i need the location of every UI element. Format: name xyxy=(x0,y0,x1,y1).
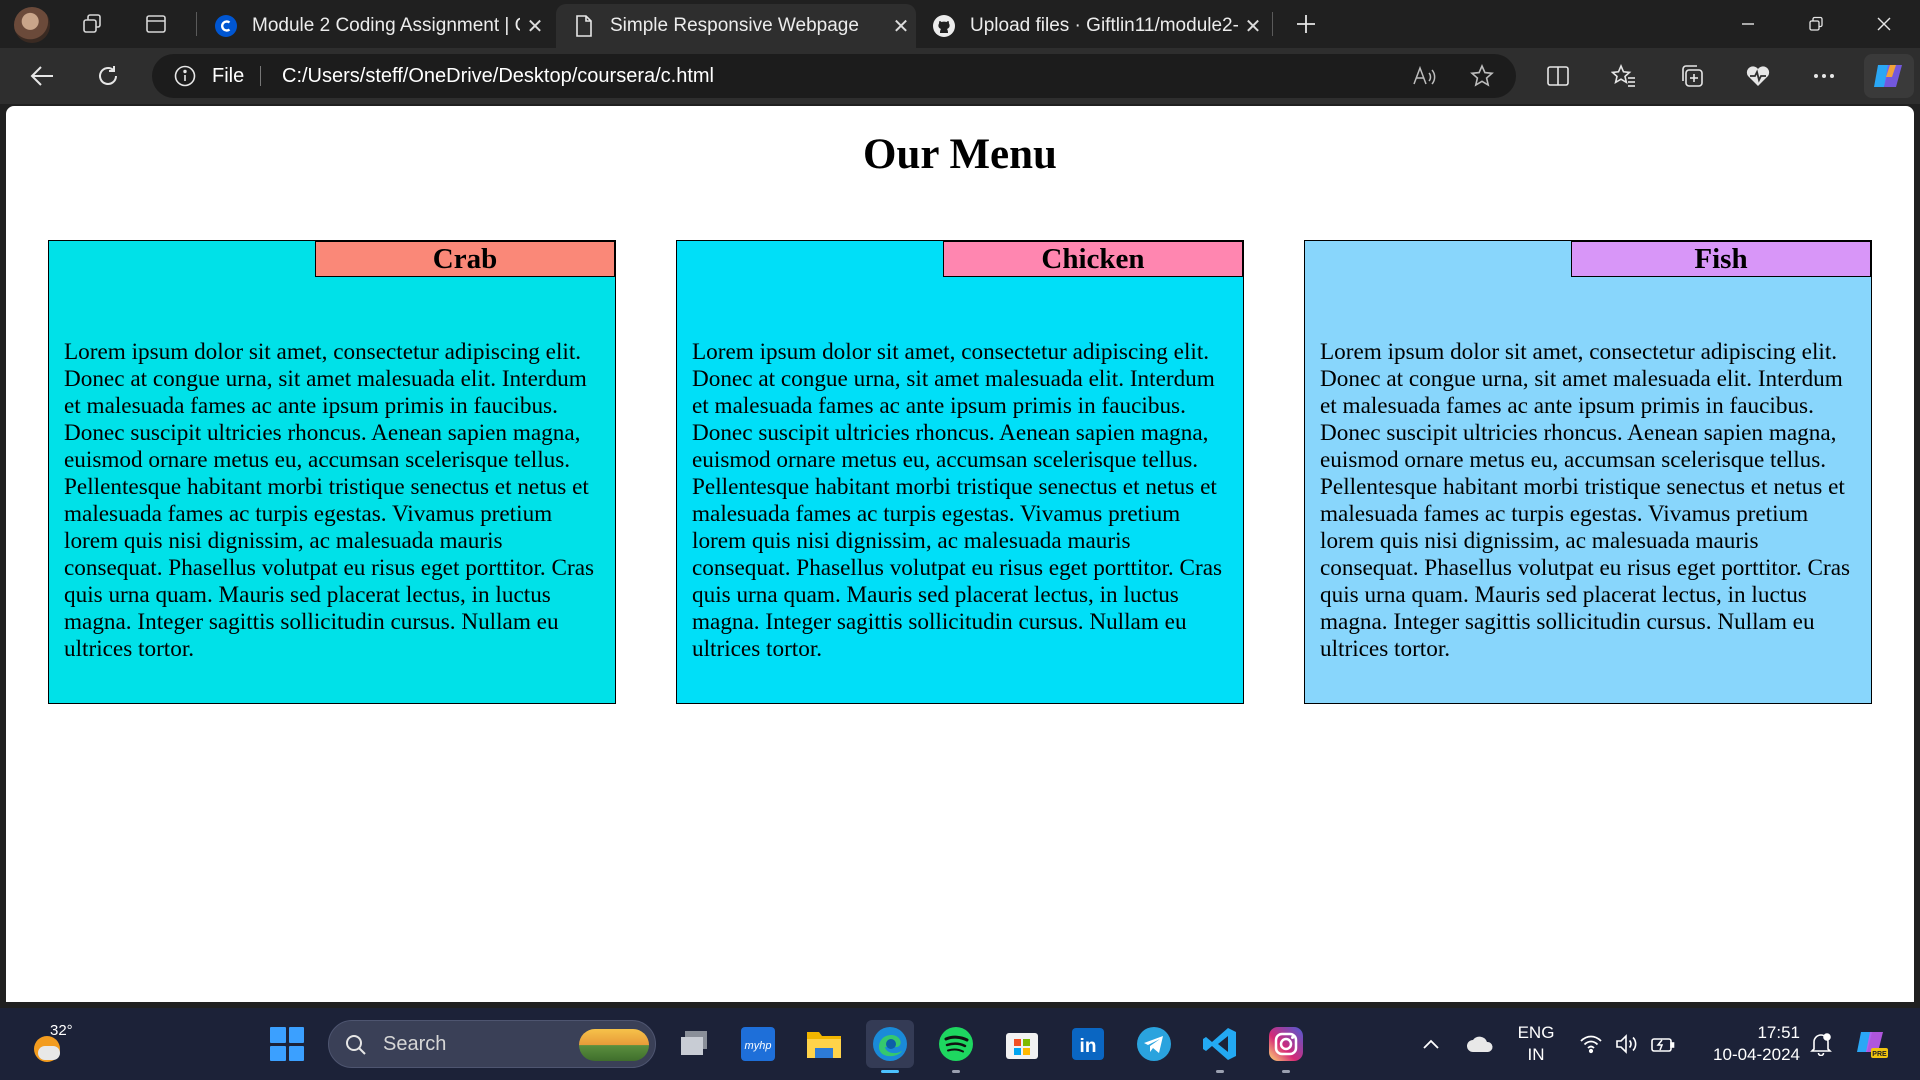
info-icon[interactable] xyxy=(174,65,196,87)
menu-card-chicken: Chicken Lorem ipsum dolor sit amet, cons… xyxy=(676,240,1244,704)
close-window-icon[interactable] xyxy=(1850,0,1918,48)
profile-avatar[interactable] xyxy=(14,7,50,43)
more-options-icon[interactable] xyxy=(1804,56,1844,96)
card-title-badge: Crab xyxy=(315,241,615,277)
svg-text:in: in xyxy=(1080,1036,1097,1057)
linkedin-icon[interactable]: in xyxy=(1064,1020,1112,1068)
tab-separator xyxy=(196,12,197,36)
vscode-icon[interactable] xyxy=(1196,1020,1244,1073)
search-icon xyxy=(346,1035,366,1055)
search-highlight-image xyxy=(579,1029,649,1061)
running-indicator xyxy=(1216,1070,1224,1073)
weather-widget[interactable]: 32° xyxy=(28,1022,76,1068)
url-text[interactable]: C:/Users/steff/OneDrive/Desktop/coursera… xyxy=(282,54,714,98)
split-screen-icon[interactable] xyxy=(1538,56,1578,96)
back-arrow-icon[interactable] xyxy=(22,56,62,96)
refresh-icon[interactable] xyxy=(88,56,128,96)
taskbar-search[interactable]: Search xyxy=(328,1020,656,1068)
restore-icon[interactable] xyxy=(1782,0,1850,48)
weather-temperature: 32° xyxy=(50,1022,73,1039)
tab-github-upload[interactable]: Upload files · Giftlin11/module2- ✕ xyxy=(916,4,1268,48)
file-explorer-icon[interactable] xyxy=(800,1020,848,1068)
input-language[interactable]: ENG IN xyxy=(1514,1022,1558,1066)
collections-icon[interactable] xyxy=(1672,56,1712,96)
show-hidden-icons-chevron-icon[interactable] xyxy=(1416,1008,1446,1080)
card-description: Lorem ipsum dolor sit amet, consectetur … xyxy=(64,339,595,662)
file-stack-icon[interactable] xyxy=(670,1020,718,1068)
myhp-icon[interactable]: myhp xyxy=(734,1020,782,1068)
address-bar[interactable]: File C:/Users/steff/OneDrive/Desktop/cou… xyxy=(152,54,1516,98)
tab-simple-responsive-webpage[interactable]: Simple Responsive Webpage ✕ xyxy=(556,4,916,48)
menu-card-crab: Crab Lorem ipsum dolor sit amet, consect… xyxy=(48,240,616,704)
svg-text:myhp: myhp xyxy=(745,1040,772,1052)
telegram-icon[interactable] xyxy=(1130,1020,1178,1068)
divider xyxy=(260,66,261,86)
browser-essentials-icon[interactable] xyxy=(1738,56,1778,96)
title-bar: Module 2 Coding Assignment | C ✕ Simple … xyxy=(0,0,1920,48)
tab-label: Simple Responsive Webpage xyxy=(610,15,859,36)
close-tab-icon[interactable]: ✕ xyxy=(520,14,550,39)
copilot-preview-icon[interactable]: PRE xyxy=(1852,1008,1892,1080)
page-title: Our Menu xyxy=(863,131,1057,178)
tab-actions-icon[interactable] xyxy=(136,0,176,48)
new-tab-icon[interactable] xyxy=(1286,0,1326,48)
card-title-badge: Fish xyxy=(1571,241,1871,277)
instagram-icon[interactable] xyxy=(1262,1020,1310,1073)
wifi-icon[interactable] xyxy=(1576,1008,1606,1080)
taskbar: 32° Search myhp in ENG IN 17:51 10-04-20… xyxy=(0,1008,1920,1080)
coursera-icon xyxy=(214,14,238,38)
card-description: Lorem ipsum dolor sit amet, consectetur … xyxy=(692,339,1223,662)
volume-icon[interactable] xyxy=(1612,1008,1642,1080)
tab-label: Upload files · Giftlin11/module2- xyxy=(970,15,1238,36)
clock-date: 10-04-2024 xyxy=(1713,1045,1800,1064)
notifications-bell-icon[interactable] xyxy=(1806,1008,1836,1080)
battery-charging-icon[interactable] xyxy=(1648,1008,1678,1080)
onedrive-cloud-icon[interactable] xyxy=(1462,1008,1498,1080)
page-icon xyxy=(572,14,596,38)
navigation-bar: File C:/Users/steff/OneDrive/Desktop/cou… xyxy=(0,48,1920,104)
workspaces-icon[interactable] xyxy=(72,0,112,48)
card-title-badge: Chicken xyxy=(943,241,1243,277)
search-placeholder: Search xyxy=(383,1033,447,1055)
card-description: Lorem ipsum dolor sit amet, consectetur … xyxy=(1320,339,1851,662)
system-clock[interactable]: 17:51 10-04-2024 xyxy=(1696,1022,1800,1066)
edge-icon[interactable] xyxy=(866,1020,914,1073)
read-aloud-icon[interactable] xyxy=(1412,54,1444,98)
scheme-label: File xyxy=(212,65,245,87)
clock-time: 17:51 xyxy=(1757,1023,1800,1042)
page-viewport: Our Menu Crab Lorem ipsum dolor sit amet… xyxy=(6,106,1914,1002)
minimize-icon[interactable] xyxy=(1714,0,1782,48)
menu-card-fish: Fish Lorem ipsum dolor sit amet, consect… xyxy=(1304,240,1872,704)
favorites-icon[interactable] xyxy=(1604,56,1644,96)
close-tab-icon[interactable]: ✕ xyxy=(886,14,916,39)
spotify-icon[interactable] xyxy=(932,1020,980,1073)
favorite-star-icon[interactable] xyxy=(1470,54,1502,98)
cloud-icon xyxy=(38,1046,60,1060)
tab-separator xyxy=(1272,12,1273,36)
active-indicator xyxy=(881,1070,899,1073)
region-code: IN xyxy=(1527,1045,1545,1064)
windows-start-icon[interactable] xyxy=(270,1027,304,1061)
tab-coursera[interactable]: Module 2 Coding Assignment | C ✕ xyxy=(198,4,550,48)
microsoft-store-icon[interactable] xyxy=(998,1020,1046,1068)
close-tab-icon[interactable]: ✕ xyxy=(1238,14,1268,39)
svg-text:PRE: PRE xyxy=(1872,1051,1887,1058)
running-indicator xyxy=(952,1070,960,1073)
copilot-icon[interactable] xyxy=(1864,54,1914,98)
github-icon xyxy=(932,14,956,38)
language-code: ENG xyxy=(1517,1023,1555,1042)
tab-label: Module 2 Coding Assignment | C xyxy=(252,15,520,36)
running-indicator xyxy=(1282,1070,1290,1073)
